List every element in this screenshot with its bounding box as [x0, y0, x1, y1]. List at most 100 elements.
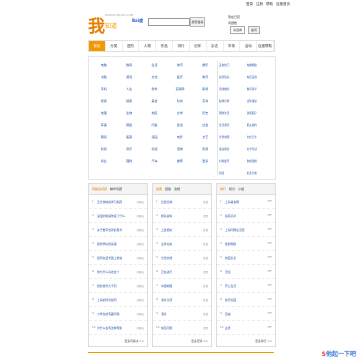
row-title[interactable]: 小学生的有趣问题	[97, 312, 134, 316]
category-link[interactable]: 期货	[92, 135, 115, 139]
category-side-link[interactable]: 文学考试	[247, 147, 275, 151]
row-title[interactable]: 上海美食网	[225, 200, 265, 204]
nav-item[interactable]: 杂志	[207, 41, 224, 51]
category-side-link[interactable]: 法律康复	[247, 99, 275, 103]
list-item[interactable]: 6. 天使 CEF	[217, 265, 275, 279]
category-link[interactable]: 军事	[92, 123, 115, 127]
category-link[interactable]: 生物	[117, 111, 140, 115]
category-link[interactable]: 新闻	[92, 147, 115, 151]
row-title[interactable]: 消息	[161, 312, 201, 316]
search-input[interactable]	[148, 18, 190, 26]
row-title[interactable]: 我的世界大不同	[97, 284, 134, 288]
category-link[interactable]: 文艺	[194, 135, 217, 139]
panel-tab[interactable]: 排行	[220, 184, 226, 194]
category-side-link[interactable]: 电影美容	[247, 75, 275, 79]
category-side-link[interactable]: 理财生活	[219, 111, 247, 115]
panel-tab[interactable]: 指南	[156, 184, 162, 194]
category-link[interactable]: 美食	[143, 99, 166, 103]
category-side-link[interactable]: 相关资料	[247, 123, 275, 127]
row-title[interactable]: 相关资料	[161, 214, 201, 218]
list-item[interactable]: 9. 小学生的有趣问题 已解决	[89, 307, 147, 321]
row-title[interactable]: 关于数字世界的思考	[97, 228, 134, 232]
category-link[interactable]: 商业	[92, 159, 115, 163]
category-link[interactable]: 互联网	[168, 87, 191, 91]
nav-item[interactable]: 分类	[106, 41, 123, 51]
category-link[interactable]: 手机	[92, 87, 115, 91]
list-item[interactable]: 2. 指南高手 CEF	[217, 209, 275, 223]
category-link[interactable]: 游戏	[117, 75, 140, 79]
search-button[interactable]: 搜索答案	[190, 17, 205, 27]
panel-tab[interactable]: 小组	[238, 184, 244, 194]
category-side-link[interactable]: 更多分类	[247, 171, 275, 175]
list-item[interactable]: 5. 如何在漫长路上前进 已解决	[89, 251, 147, 265]
category-link[interactable]: 历史	[194, 111, 217, 115]
row-title[interactable]: 全部文档	[161, 256, 201, 260]
row-title[interactable]: 业界	[225, 326, 265, 330]
category-side-link[interactable]: 彩票知识	[219, 75, 247, 79]
list-item[interactable]: 3. 关于数字世界的思考 已解决	[89, 223, 147, 237]
row-title[interactable]: 为什么会有这种现象	[97, 326, 134, 330]
list-item[interactable]: 1. 五分钟快速学习指南 已解决	[89, 195, 147, 209]
category-link[interactable]: 音乐	[117, 147, 140, 151]
category-side-link[interactable]: 运动健身	[219, 147, 247, 151]
row-title[interactable]: 校园信息	[225, 256, 265, 260]
row-title[interactable]: 浪漫的寄语你说了什么	[97, 214, 134, 218]
list-item[interactable]: 3. 上链相关 查看	[153, 223, 211, 237]
panel-tab[interactable]: 法规	[174, 184, 180, 194]
nav-item[interactable]: 人物	[139, 41, 157, 51]
category-side-link[interactable]: 游戏数码	[219, 87, 247, 91]
row-title[interactable]: 上海同网生活结	[225, 228, 265, 232]
nav-item[interactable]: 市场	[224, 41, 241, 51]
row-title[interactable]: 指南高手	[225, 214, 265, 218]
row-title[interactable]: 五分钟快速学习指南	[97, 200, 134, 204]
list-item[interactable]: 9. 自由 CEF	[217, 307, 275, 321]
row-title[interactable]: 开心生活	[225, 284, 265, 288]
category-link[interactable]: 职场	[194, 87, 217, 91]
category-link[interactable]: 文化	[143, 75, 166, 79]
list-item[interactable]: 3. 上海同网生活结 CEF	[217, 223, 275, 237]
row-title[interactable]: 如何在漫长路上前进	[97, 256, 134, 260]
list-item[interactable]: 4. 我的网络 CEF	[217, 237, 275, 251]
list-item[interactable]: 8. 快乐家园 CEF	[217, 293, 275, 307]
row-title[interactable]: 快乐家园	[225, 298, 265, 302]
category-link[interactable]: 股票	[117, 135, 140, 139]
category-link[interactable]: 汽车	[143, 159, 166, 163]
category-side-link[interactable]: 生活课堂	[219, 123, 247, 127]
category-link[interactable]: 地区	[143, 111, 166, 115]
category-link[interactable]: 问答	[143, 123, 166, 127]
more-link[interactable]: 更多待解决 >>	[124, 339, 144, 343]
category-side-link[interactable]: 新闻	[219, 171, 247, 175]
category-side-link[interactable]: 世界地理	[219, 135, 247, 139]
category-link[interactable]: 动漫	[143, 147, 166, 151]
list-item[interactable]: 9. 消息 查看	[153, 307, 211, 321]
category-link[interactable]: 漫画	[143, 135, 166, 139]
category-link[interactable]: 体育	[168, 63, 191, 67]
list-item[interactable]: 10. 业界 CEF	[217, 321, 275, 335]
category-side-link[interactable]: 象棋围棋	[247, 159, 275, 163]
category-link[interactable]: 政治	[168, 123, 191, 127]
category-link[interactable]: 医疗	[168, 75, 191, 79]
row-title[interactable]: 上海的风景如何	[97, 298, 134, 302]
category-link[interactable]: 影视	[194, 147, 217, 151]
row-title[interactable]: 天使	[225, 270, 265, 274]
nav-item[interactable]: 首页	[89, 41, 106, 51]
row-title[interactable]: 我的网络	[225, 242, 265, 246]
row-title[interactable]: 中国地图	[161, 284, 201, 288]
row-title[interactable]: 消息全部	[161, 298, 201, 302]
category-link[interactable]: 娱乐	[194, 63, 217, 67]
category-side-link[interactable]: 时尚娱乐	[219, 159, 247, 163]
ask-button[interactable]: 提问	[247, 26, 260, 34]
category-side-link[interactable]: 健康医疗	[247, 111, 275, 115]
more-link[interactable]: 更多排行 >>	[255, 339, 272, 343]
panel-tab[interactable]: 经验	[165, 184, 171, 194]
help-link[interactable]: 帮助	[266, 2, 273, 7]
row-title[interactable]: 上链相关	[161, 228, 201, 232]
site-logo[interactable]: 我 ZHIDAO.BAIDU.COM 知道	[88, 12, 133, 38]
nav-item[interactable]: 进阶	[123, 41, 140, 51]
row-title[interactable]: 你为什么喜欢这个	[97, 270, 134, 274]
nav-item[interactable]: 作品	[156, 41, 174, 51]
category-link[interactable]: 高考	[194, 99, 217, 103]
home-link[interactable]: 百度首页	[276, 2, 290, 7]
list-item[interactable]: 5. 全部文档 查看	[153, 251, 211, 265]
category-link[interactable]: 软件	[143, 87, 166, 91]
